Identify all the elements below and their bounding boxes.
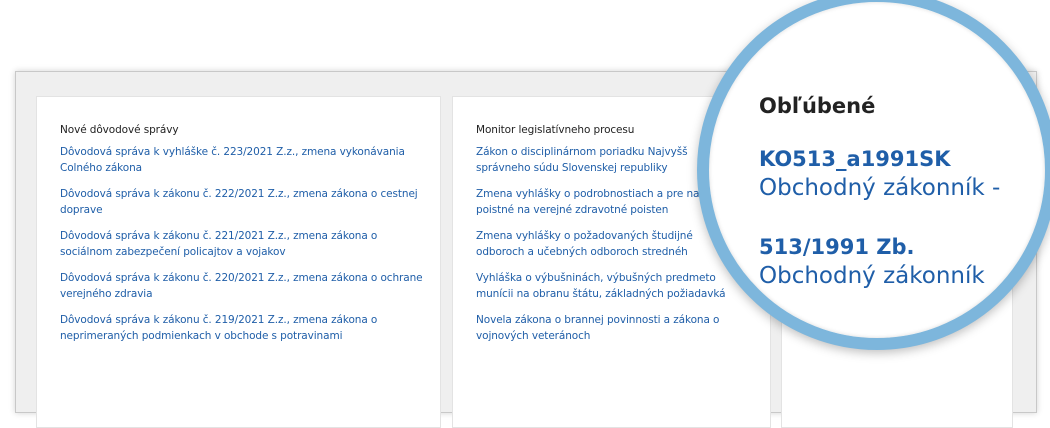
magnifier-lens: Obľúbené KO513_a1991SK Obchodný zákonník… <box>697 0 1050 350</box>
report-link[interactable]: Dôvodová správa k zákonu č. 221/2021 Z.z… <box>60 228 428 260</box>
favorites-title: Obľúbené <box>759 94 876 118</box>
card-heading: Nové dôvodové správy <box>60 124 179 136</box>
legislation-link[interactable]: Vyhláška o výbušninách, výbušných predme… <box>476 270 736 302</box>
favorite-code-link[interactable]: KO513_a1991SK <box>759 145 1045 173</box>
card-new-explanatory-reports: Nové dôvodové správy Dôvodová správa k v… <box>36 96 441 428</box>
favorite-code-link[interactable]: 513/1991 Zb. <box>759 233 1045 261</box>
report-link[interactable]: Dôvodová správa k zákonu č. 222/2021 Z.z… <box>60 186 428 218</box>
legislation-link[interactable]: Zmena vyhlášky o podrobnostiach a pre na… <box>476 186 736 218</box>
favorite-name-link[interactable]: Obchodný zákonník - <box>759 173 1045 203</box>
report-link[interactable]: Dôvodová správa k zákonu č. 219/2021 Z.z… <box>60 312 428 344</box>
legislation-link[interactable]: Novela zákona o brannej povinnosti a zák… <box>476 312 736 344</box>
report-link[interactable]: Dôvodová správa k zákonu č. 220/2021 Z.z… <box>60 270 428 302</box>
legislation-link[interactable]: Zmena vyhlášky o požadovaných študijné o… <box>476 228 736 260</box>
card-heading: Monitor legislatívneho procesu <box>476 124 635 136</box>
report-list: Dôvodová správa k vyhláške č. 223/2021 Z… <box>60 144 428 354</box>
report-link[interactable]: Dôvodová správa k vyhláške č. 223/2021 Z… <box>60 144 428 176</box>
favorites-zoomed: Obľúbené KO513_a1991SK Obchodný zákonník… <box>759 94 1045 321</box>
favorite-name-link[interactable]: Obchodný zákonník <box>759 261 1045 291</box>
